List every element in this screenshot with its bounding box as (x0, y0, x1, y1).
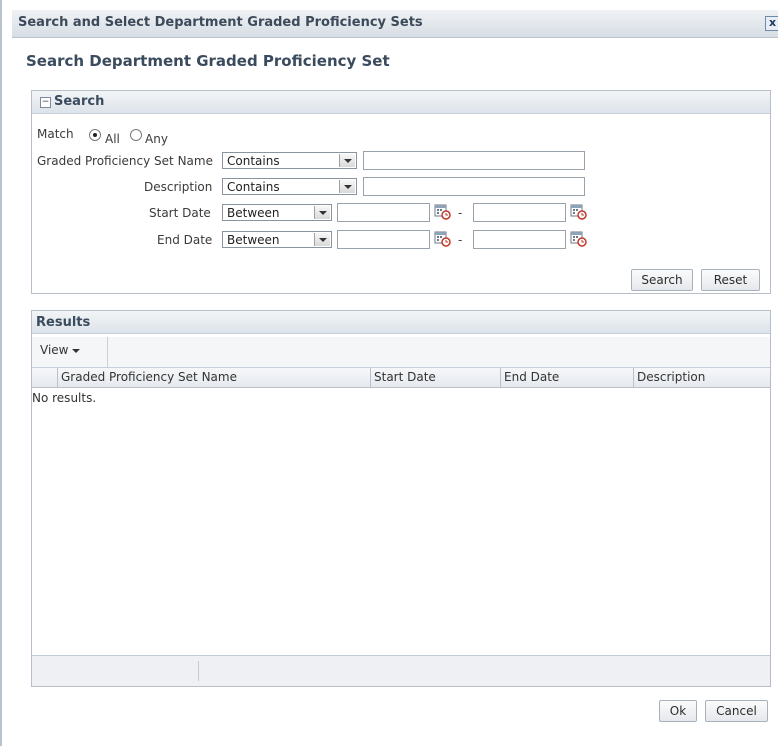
column-header-description[interactable]: Description (633, 368, 769, 387)
dialog-titlebar: Search and Select Department Graded Prof… (12, 10, 778, 38)
empty-results-text: No results. (32, 391, 97, 405)
footer-divider (198, 661, 199, 681)
search-panel: − Search Match All Any Graded Proficienc… (31, 90, 771, 294)
view-menu-label: View (40, 343, 69, 357)
description-operator-select[interactable]: Contains (222, 178, 357, 195)
cancel-button[interactable]: Cancel (705, 700, 768, 722)
calendar-icon[interactable] (434, 203, 451, 220)
chevron-down-icon (314, 233, 330, 246)
ok-button[interactable]: Ok (659, 700, 697, 722)
reset-button[interactable]: Reset (701, 269, 760, 291)
dialog-title: Search and Select Department Graded Prof… (18, 15, 423, 30)
match-any-radio[interactable] (130, 129, 142, 141)
search-panel-title: Search (54, 94, 105, 109)
results-toolbar: View (32, 337, 770, 368)
results-table-header: Graded Proficiency Set Name Start Date E… (32, 368, 770, 388)
chevron-down-icon (72, 348, 81, 353)
name-label: Graded Proficiency Set Name (37, 154, 213, 168)
start-date-from-input[interactable] (337, 203, 430, 222)
match-all-label: All (105, 132, 120, 146)
start-date-label: Start Date (149, 206, 211, 220)
end-date-label: End Date (157, 233, 213, 247)
row-selector-header (32, 368, 57, 387)
toolbar-divider (107, 337, 108, 367)
match-label: Match (37, 127, 74, 141)
end-date-operator-value: Between (227, 233, 280, 247)
dialog: Search and Select Department Graded Prof… (0, 0, 778, 746)
chevron-down-icon (314, 206, 330, 219)
view-menu[interactable]: View (40, 343, 81, 357)
search-panel-header[interactable]: − Search (32, 91, 770, 114)
collapse-icon[interactable]: − (40, 97, 51, 108)
end-date-operator-select[interactable]: Between (222, 231, 332, 248)
column-header-end-date[interactable]: End Date (500, 368, 633, 387)
calendar-icon[interactable] (434, 230, 451, 247)
column-header-start-date[interactable]: Start Date (370, 368, 500, 387)
range-separator: - (458, 233, 463, 247)
search-button[interactable]: Search (631, 269, 693, 291)
calendar-icon[interactable] (570, 230, 587, 247)
end-date-from-input[interactable] (337, 230, 430, 249)
start-date-to-input[interactable] (473, 203, 566, 222)
end-date-to-input[interactable] (473, 230, 566, 249)
column-header-name[interactable]: Graded Proficiency Set Name (57, 368, 370, 387)
range-separator: - (458, 206, 463, 220)
description-input[interactable] (363, 177, 585, 196)
name-operator-select[interactable]: Contains (222, 152, 357, 169)
results-footer (32, 655, 770, 686)
name-input[interactable] (363, 151, 585, 170)
results-panel: Results View Graded Proficiency Set Name… (31, 310, 771, 687)
name-operator-value: Contains (227, 154, 280, 168)
page-title: Search Department Graded Proficiency Set (26, 52, 390, 70)
chevron-down-icon (339, 154, 355, 167)
results-panel-title: Results (36, 315, 91, 330)
match-any-label: Any (145, 132, 168, 146)
start-date-operator-select[interactable]: Between (222, 204, 332, 221)
match-all-radio[interactable] (89, 129, 101, 141)
start-date-operator-value: Between (227, 206, 280, 220)
close-icon[interactable]: x (765, 16, 778, 31)
calendar-icon[interactable] (570, 203, 587, 220)
chevron-down-icon (339, 180, 355, 193)
description-label: Description (144, 180, 213, 194)
description-operator-value: Contains (227, 180, 280, 194)
results-panel-header: Results (32, 311, 770, 334)
